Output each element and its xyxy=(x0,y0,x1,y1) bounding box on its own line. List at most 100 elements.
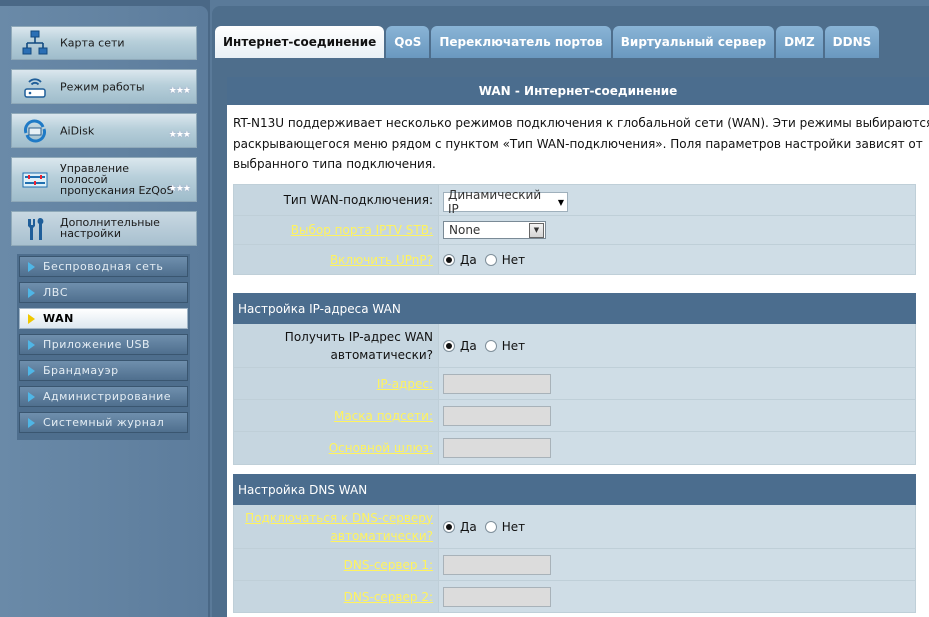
stars-icon: ★★★ xyxy=(168,86,191,96)
dns1-label[interactable]: DNS-сервер 1: xyxy=(233,548,439,581)
row-dns2: DNS-сервер 2: xyxy=(233,580,916,613)
sidebar: Карта сети Режим работы ★★★ AiDisk ★★★ У… xyxy=(0,0,210,617)
description-line: выбранного типа подключения. xyxy=(233,157,436,171)
label-line: автоматически? xyxy=(330,347,433,362)
wan-type-label: Тип WAN-подключения: xyxy=(233,184,439,216)
tab-internet-connection[interactable]: Интернет-соединение xyxy=(215,26,385,58)
wan-ip-auto-radio-group: Да Нет xyxy=(443,339,533,353)
radio-label-no: Нет xyxy=(501,253,526,267)
tab-qos[interactable]: QoS xyxy=(386,26,430,58)
menu-item-ezqos[interactable]: Управление полосой пропускания EzQoS ★★★ xyxy=(11,157,197,202)
upnp-no-radio[interactable] xyxy=(484,254,497,266)
iptv-port-value: None xyxy=(449,223,481,237)
row-subnet-mask: Маска подсети: xyxy=(233,399,916,432)
tab-virtual-server[interactable]: Виртуальный сервер xyxy=(612,26,775,58)
basic-settings-table: Тип WAN-подключения: Динамический IP ▼ В… xyxy=(233,184,916,275)
submenu-item-firewall[interactable]: Брандмауэр xyxy=(19,360,188,381)
dns2-label[interactable]: DNS-сервер 2: xyxy=(233,580,439,613)
row-wan-ip-auto: Получить IP-адрес WAN автоматически? Да … xyxy=(233,323,916,368)
submenu-label: Приложение USB xyxy=(43,338,151,351)
radio-label-no: Нет xyxy=(501,339,526,353)
row-default-gateway: Основной шлюз: xyxy=(233,431,916,465)
radio-label-yes: Да xyxy=(460,339,477,353)
default-gateway-label[interactable]: Основной шлюз: xyxy=(233,431,439,465)
dns-auto-label[interactable]: Подключаться к DNS-серверу автоматически… xyxy=(233,504,439,549)
row-iptv: Выбор порта IPTV STB: None ▼ xyxy=(233,215,916,245)
wan-ip-auto-no-radio[interactable] xyxy=(484,340,497,352)
menu-item-network-map[interactable]: Карта сети xyxy=(11,26,197,60)
submenu-item-system-log[interactable]: Системный журнал xyxy=(19,412,188,433)
submenu-item-lan[interactable]: ЛВС xyxy=(19,282,188,303)
tab-dmz[interactable]: DMZ xyxy=(776,26,823,58)
menu-item-advanced-settings[interactable]: Дополнительные настройки xyxy=(11,211,197,246)
tab-ddns[interactable]: DDNS xyxy=(824,26,880,58)
submenu-label: ЛВС xyxy=(43,286,68,299)
main-menu: Карта сети Режим работы ★★★ AiDisk ★★★ У… xyxy=(11,26,197,255)
stars-icon: ★★★ xyxy=(168,130,191,140)
settings-panel: WAN - Интернет-соединение RT-N13U поддер… xyxy=(227,77,929,617)
arrow-right-icon xyxy=(28,287,35,298)
chevron-down-icon: ▼ xyxy=(529,222,544,238)
upnp-radio-group: Да Нет xyxy=(443,253,533,267)
section-title: Настройка IP-адреса WAN xyxy=(233,293,916,324)
subnet-mask-input[interactable] xyxy=(443,405,551,426)
tab-port-switch[interactable]: Переключатель портов xyxy=(431,26,611,58)
row-dns-auto: Подключаться к DNS-серверу автоматически… xyxy=(233,504,916,549)
row-dns1: DNS-сервер 1: xyxy=(233,548,916,581)
label-line: Получить IP-адрес WAN xyxy=(284,329,433,344)
dns-auto-no-radio[interactable] xyxy=(484,521,497,533)
submenu-label: Беспроводная сеть xyxy=(43,260,164,273)
description-line: раскрывающегося меню рядом с пунктом «Ти… xyxy=(233,136,923,151)
content-frame: Интернет-соединение QoS Переключатель по… xyxy=(212,6,929,617)
label-line: автоматически? xyxy=(330,528,433,543)
wan-ip-section-header: Настройка IP-адреса WAN xyxy=(233,293,916,324)
wan-ip-table: Настройка IP-адреса WAN Получить IP-адре… xyxy=(233,293,916,465)
menu-item-operation-mode[interactable]: Режим работы ★★★ xyxy=(11,69,197,104)
upnp-label[interactable]: Включить UPnP? xyxy=(233,244,439,275)
menu-label: Управление полосой пропускания EzQoS xyxy=(60,162,174,197)
wan-ip-auto-yes-radio[interactable] xyxy=(443,340,455,352)
menu-label: Карта сети xyxy=(60,36,125,50)
menu-label: Дополнительные настройки xyxy=(60,216,160,240)
row-wan-type: Тип WAN-подключения: Динамический IP ▼ xyxy=(233,184,916,216)
row-upnp: Включить UPnP? Да Нет xyxy=(233,244,916,275)
arrow-right-icon xyxy=(28,313,35,324)
radio-label-yes: Да xyxy=(460,253,477,267)
subnet-mask-label[interactable]: Маска подсети: xyxy=(233,399,439,432)
ip-address-label[interactable]: IP-адрес: xyxy=(233,367,439,400)
submenu-item-administration[interactable]: Администрирование xyxy=(19,386,188,407)
wan-type-value: Динамический IP xyxy=(448,188,542,216)
ip-address-input[interactable] xyxy=(443,373,551,394)
default-gateway-input[interactable] xyxy=(443,438,551,458)
menu-label: Режим работы xyxy=(60,80,145,93)
wan-dns-table: Настройка DNS WAN Подключаться к DNS-сер… xyxy=(233,474,916,613)
dns2-input[interactable] xyxy=(443,586,551,607)
arrow-right-icon xyxy=(28,391,35,402)
upnp-yes-radio[interactable] xyxy=(443,254,455,266)
submenu-item-wan[interactable]: WAN xyxy=(19,308,188,329)
router-mode-icon xyxy=(21,73,49,101)
network-map-icon xyxy=(21,29,49,57)
panel-title: WAN - Интернет-соединение xyxy=(227,77,929,105)
submenu-item-usb-application[interactable]: Приложение USB xyxy=(19,334,188,355)
submenu-item-wireless[interactable]: Беспроводная сеть xyxy=(19,256,188,277)
submenu-label: Системный журнал xyxy=(43,416,165,429)
description-line: RT-N13U поддерживает несколько режимов п… xyxy=(233,116,929,130)
wan-type-select[interactable]: Динамический IP ▼ xyxy=(443,188,568,216)
menu-item-aidisk[interactable]: AiDisk ★★★ xyxy=(11,113,197,148)
iptv-port-select[interactable]: None ▼ xyxy=(443,221,546,239)
chevron-down-icon: ▼ xyxy=(557,197,564,207)
wan-dns-section-header: Настройка DNS WAN xyxy=(233,474,916,505)
aidisk-icon xyxy=(21,117,49,145)
row-ip-address: IP-адрес: xyxy=(233,367,916,400)
tab-bar: Интернет-соединение QoS Переключатель по… xyxy=(215,26,881,58)
iptv-port-label[interactable]: Выбор порта IPTV STB: xyxy=(233,215,439,245)
section-title: Настройка DNS WAN xyxy=(233,474,916,505)
radio-label-yes: Да xyxy=(460,520,477,534)
dns1-input[interactable] xyxy=(443,554,551,575)
wan-ip-auto-label: Получить IP-адрес WAN автоматически? xyxy=(233,323,439,368)
stars-icon: ★★★ xyxy=(168,184,191,194)
advanced-submenu: Беспроводная сеть ЛВС WAN Приложение USB… xyxy=(17,254,190,440)
dns-auto-yes-radio[interactable] xyxy=(443,521,455,533)
submenu-label: Администрирование xyxy=(43,390,172,403)
